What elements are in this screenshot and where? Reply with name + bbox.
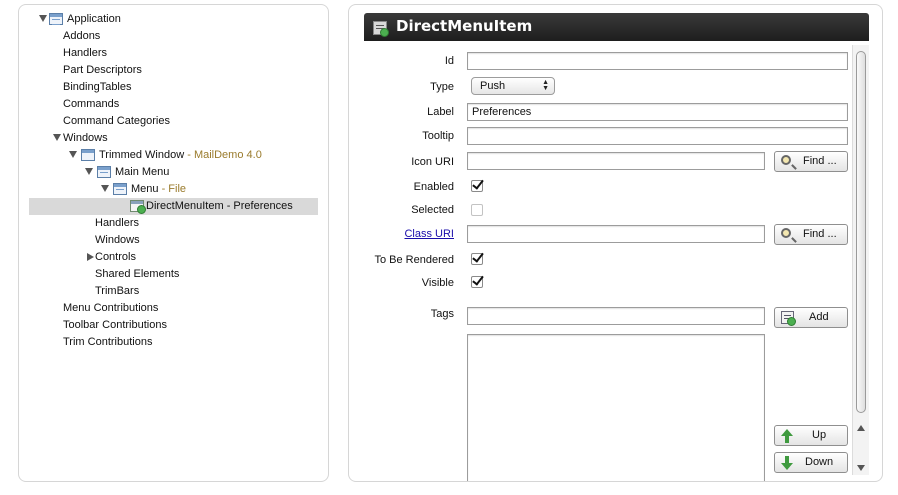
vertical-scrollbar[interactable] (852, 45, 869, 475)
to-be-rendered-label: To Be Rendered (374, 254, 455, 266)
tree-item-label: Toolbar Contributions (63, 319, 167, 331)
expanded-arrow-icon[interactable] (85, 168, 93, 175)
window-icon (81, 149, 95, 161)
up-button-label: Up (812, 429, 827, 441)
arrow-down-icon (781, 456, 793, 470)
tree-item-label: Controls (95, 251, 136, 263)
menu-icon (113, 183, 127, 195)
tree-item-label: TrimBars (95, 285, 140, 297)
class-uri-find-button[interactable]: Find ... (774, 224, 848, 245)
tags-add-button[interactable]: Add (774, 307, 848, 328)
selected-checkbox[interactable] (471, 204, 483, 216)
checkmark-icon (472, 273, 484, 286)
editor-title: DirectMenuItem (396, 17, 533, 35)
arrow-up-icon (781, 429, 793, 443)
label-input[interactable]: Preferences (467, 103, 848, 121)
selected-label: Selected (411, 204, 454, 216)
expanded-arrow-icon[interactable] (39, 15, 47, 22)
id-label: Id (444, 55, 454, 67)
editor-panel: DirectMenuItem Id Type Push ▲ ▼ Label Pre… (348, 4, 883, 482)
tree-item-label: Handlers (63, 47, 108, 59)
find-button-label: Find ... (803, 228, 837, 240)
expanded-arrow-icon[interactable] (69, 151, 77, 158)
tree-item-label: Part Descriptors (63, 64, 142, 76)
tree-item-label: Menu (131, 183, 159, 195)
tree-item-label: Windows (95, 234, 140, 246)
direct-menu-item-icon (373, 21, 389, 37)
magnifier-icon (781, 155, 791, 165)
tree-item-label: Trim Contributions (63, 336, 153, 348)
tree-item-label: Trimmed Window (99, 149, 185, 161)
tree-item-label: Windows (63, 132, 108, 144)
tree-item-suffix: - File (158, 183, 187, 195)
tree-item-label: Application (67, 13, 121, 25)
tags-down-button[interactable]: Down (774, 452, 848, 473)
tree-item-label: Commands (63, 98, 120, 110)
checkmark-icon (472, 177, 484, 190)
direct-menu-item-icon (130, 200, 146, 214)
tree-item-application[interactable]: Application (37, 11, 317, 28)
find-button-label: Find ... (803, 155, 837, 167)
scroll-up-arrow-icon[interactable] (857, 425, 865, 431)
class-uri-input[interactable] (467, 225, 765, 243)
tags-label: Tags (430, 308, 454, 320)
enabled-checkbox[interactable] (471, 177, 484, 192)
id-input[interactable] (467, 52, 848, 70)
tags-input[interactable] (467, 307, 765, 325)
down-button-label: Down (805, 456, 834, 468)
expanded-arrow-icon[interactable] (53, 134, 61, 141)
visible-checkbox[interactable] (471, 273, 484, 288)
scrollbar-thumb[interactable] (856, 51, 866, 413)
icon-uri-label: Icon URI (411, 156, 454, 168)
to-be-rendered-checkbox[interactable] (471, 250, 484, 265)
tags-list[interactable] (467, 334, 765, 481)
magnifier-icon (781, 228, 791, 238)
tree-item-menu-file[interactable]: Menu - File (101, 181, 301, 198)
add-button-label: Add (809, 311, 829, 323)
enabled-label: Enabled (413, 181, 454, 193)
type-label: Type (430, 81, 454, 93)
type-select-value: Push (480, 80, 506, 92)
tree-item-controls[interactable]: Controls (87, 249, 207, 266)
tree-item-label: Addons (63, 30, 101, 42)
tree-item-label: Menu Contributions (63, 302, 159, 314)
tree-item-suffix: - MailDemo 4.0 (184, 149, 262, 161)
editor-title-bar: DirectMenuItem (364, 13, 869, 41)
tags-up-button[interactable]: Up (774, 425, 848, 446)
tree-item-label: Command Categories (63, 115, 170, 127)
icon-uri-find-button[interactable]: Find ... (774, 151, 848, 172)
tree-item-main-menu[interactable]: Main Menu (85, 164, 285, 181)
scroll-down-arrow-icon[interactable] (857, 465, 865, 471)
add-icon (781, 311, 796, 326)
select-arrows-icon: ▲ ▼ (542, 79, 549, 92)
label-label: Label (427, 106, 454, 118)
tree-item-label: DirectMenuItem - Preferences (146, 200, 293, 212)
checkmark-icon (472, 250, 484, 263)
tooltip-label: Tooltip (422, 130, 454, 142)
tooltip-input[interactable] (467, 127, 848, 145)
type-select[interactable]: Push ▲ ▼ (471, 77, 555, 95)
tree-item-label: BindingTables (63, 81, 132, 93)
icon-uri-input[interactable] (467, 152, 765, 170)
model-tree-panel: Application Addons Handlers Part Descrip… (18, 4, 329, 482)
tree-item-label: Shared Elements (95, 268, 180, 280)
tree-item-label: Handlers (95, 217, 140, 229)
collapsed-arrow-icon[interactable] (87, 253, 94, 261)
tree-item-direct-menu-item[interactable]: DirectMenuItem - Preferences (29, 198, 318, 215)
menu-icon (97, 166, 111, 178)
tree-item-windows[interactable]: Windows (53, 130, 253, 147)
tree-item-trimmed-window[interactable]: Trimmed Window - MailDemo 4.0 (69, 147, 309, 164)
application-icon (49, 13, 63, 25)
class-uri-link[interactable]: Class URI (349, 228, 454, 240)
visible-label: Visible (421, 277, 454, 289)
expanded-arrow-icon[interactable] (101, 185, 109, 192)
tree-item-label: Main Menu (115, 166, 170, 178)
